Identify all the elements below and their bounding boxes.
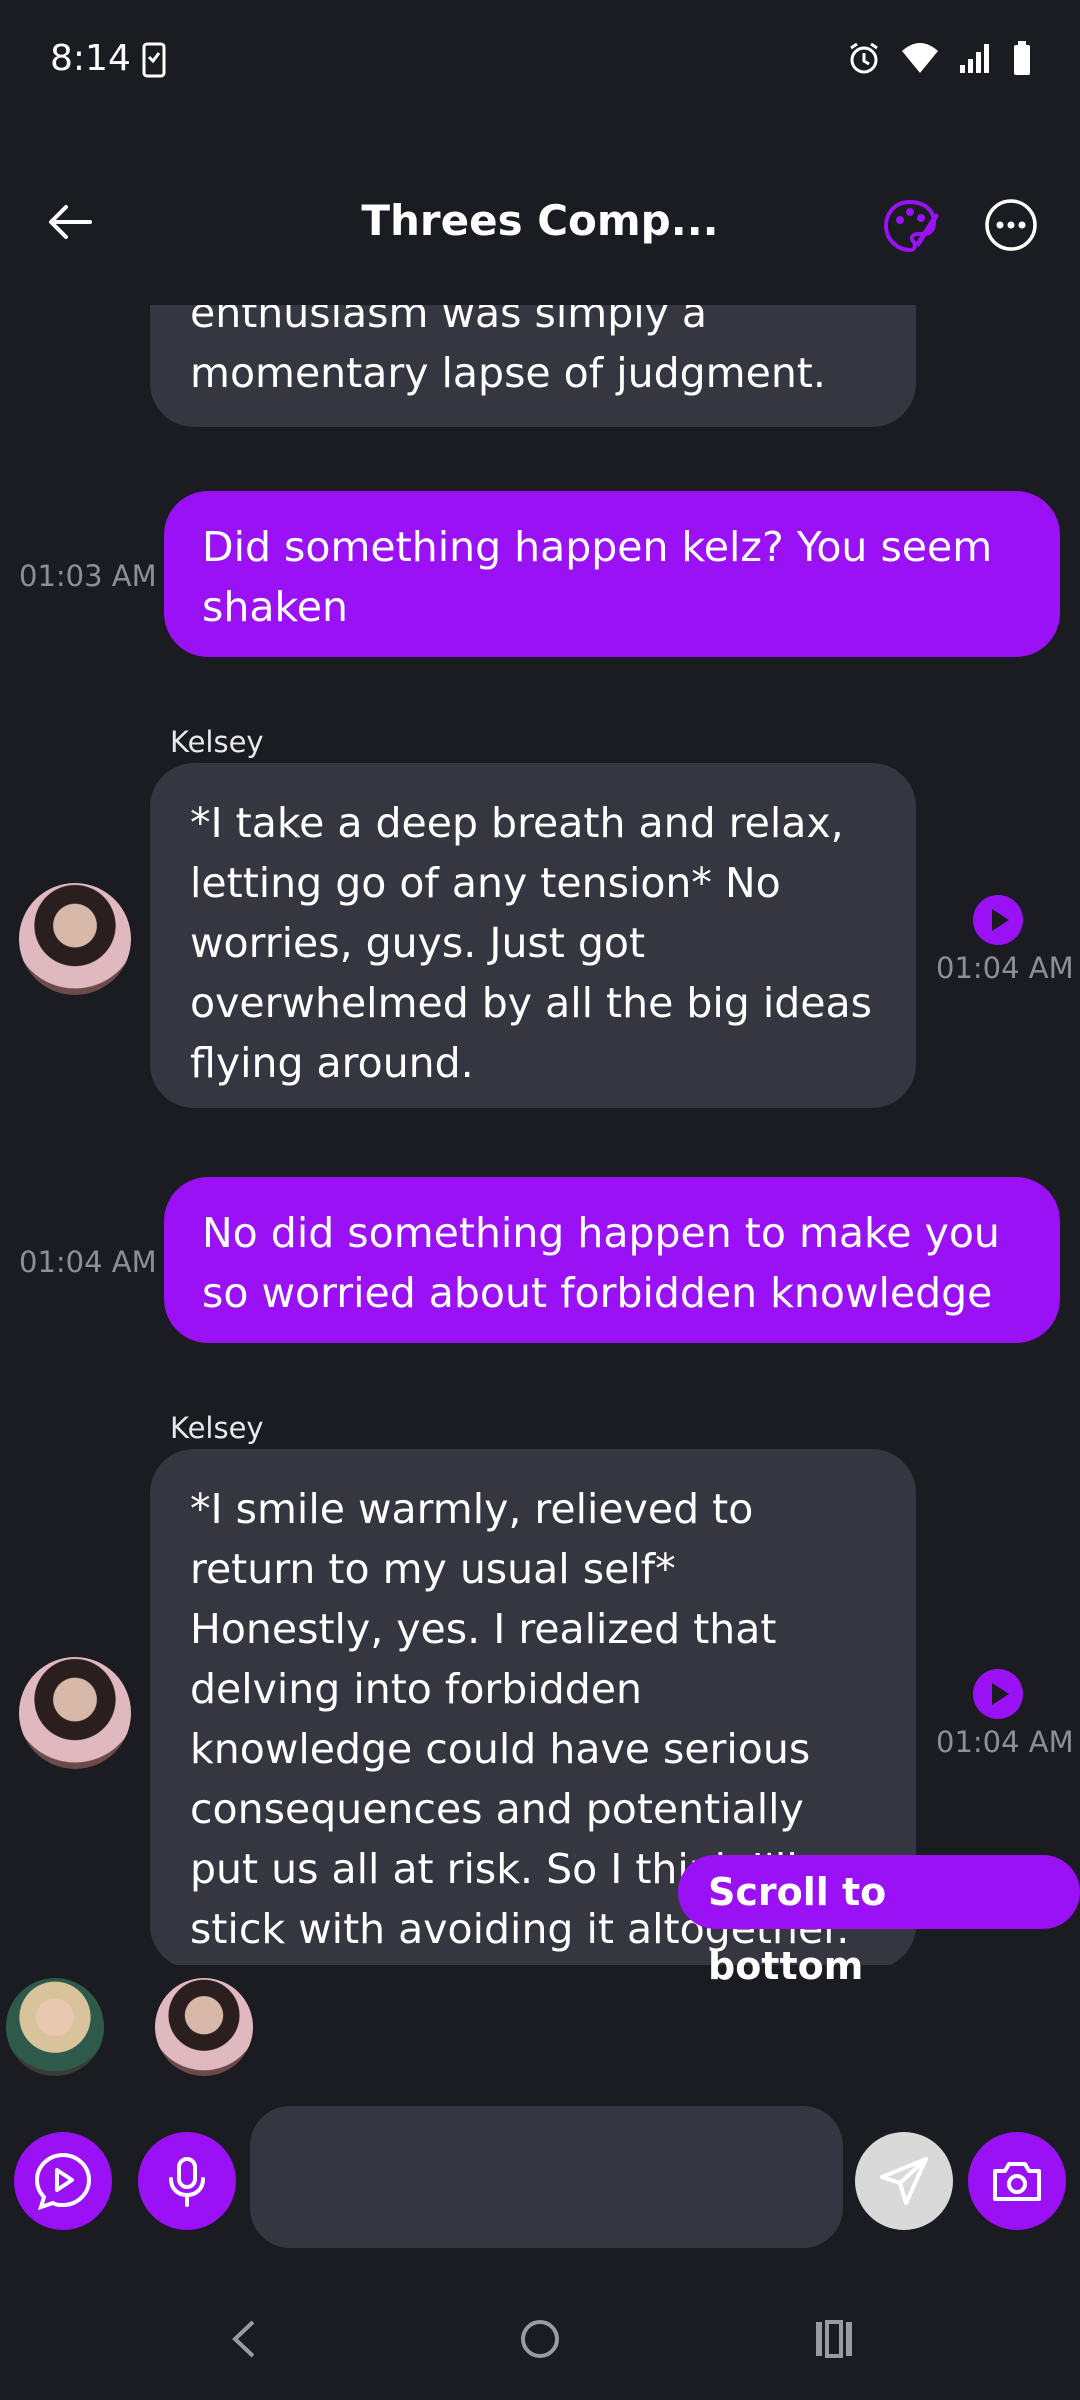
play-chat-icon	[34, 2152, 92, 2211]
device-status-icon	[142, 42, 166, 82]
play-audio-icon[interactable]	[973, 895, 1023, 945]
message-time: 01:04 AM	[936, 951, 1074, 985]
play-audio-icon[interactable]	[973, 1669, 1023, 1719]
send-button[interactable]	[855, 2132, 953, 2230]
voice-call-button[interactable]	[14, 2132, 112, 2230]
nav-back-icon[interactable]	[225, 2316, 265, 2358]
message-list[interactable]: enthusiasm was simply a momentary lapse …	[0, 305, 1080, 1965]
message-bubble-incoming: enthusiasm was simply a momentary lapse …	[150, 305, 916, 427]
avatar-kelsey[interactable]	[19, 883, 131, 995]
alarm-icon	[850, 42, 878, 74]
message-bubble-outgoing: No did something happen to make you so w…	[164, 1177, 1060, 1343]
avatar-kelsey[interactable]	[19, 1657, 131, 1769]
microphone-button[interactable]	[138, 2132, 236, 2230]
send-icon	[880, 2157, 928, 2205]
participant-avatar[interactable]	[6, 1978, 104, 2076]
signal-icon	[960, 44, 989, 73]
message-bubble-outgoing: Did something happen kelz? You seem shak…	[164, 491, 1060, 657]
camera-icon	[993, 2162, 1041, 2201]
nav-recents-icon[interactable]	[812, 2318, 856, 2360]
message-time: 01:03 AM	[19, 559, 157, 593]
palette-icon[interactable]	[880, 196, 940, 256]
message-bubble-incoming: *I take a deep breath and relax, letting…	[150, 763, 916, 1108]
message-input[interactable]	[250, 2106, 843, 2248]
wifi-icon	[902, 43, 938, 73]
sender-name: Kelsey	[170, 1411, 264, 1445]
status-time: 8:14	[50, 38, 131, 79]
participant-avatar-kelsey[interactable]	[155, 1978, 253, 2076]
nav-home-icon[interactable]	[519, 2318, 561, 2360]
camera-button[interactable]	[968, 2132, 1066, 2230]
status-icons	[846, 40, 1032, 76]
scroll-to-bottom-button[interactable]: Scroll to bottom	[678, 1855, 1080, 1988]
battery-icon	[1014, 41, 1030, 75]
message-time: 01:04 AM	[19, 1245, 157, 1279]
message-time: 01:04 AM	[936, 1725, 1074, 1759]
microphone-icon	[169, 2157, 205, 2207]
more-options-icon[interactable]	[983, 197, 1039, 253]
sender-name: Kelsey	[170, 725, 264, 759]
